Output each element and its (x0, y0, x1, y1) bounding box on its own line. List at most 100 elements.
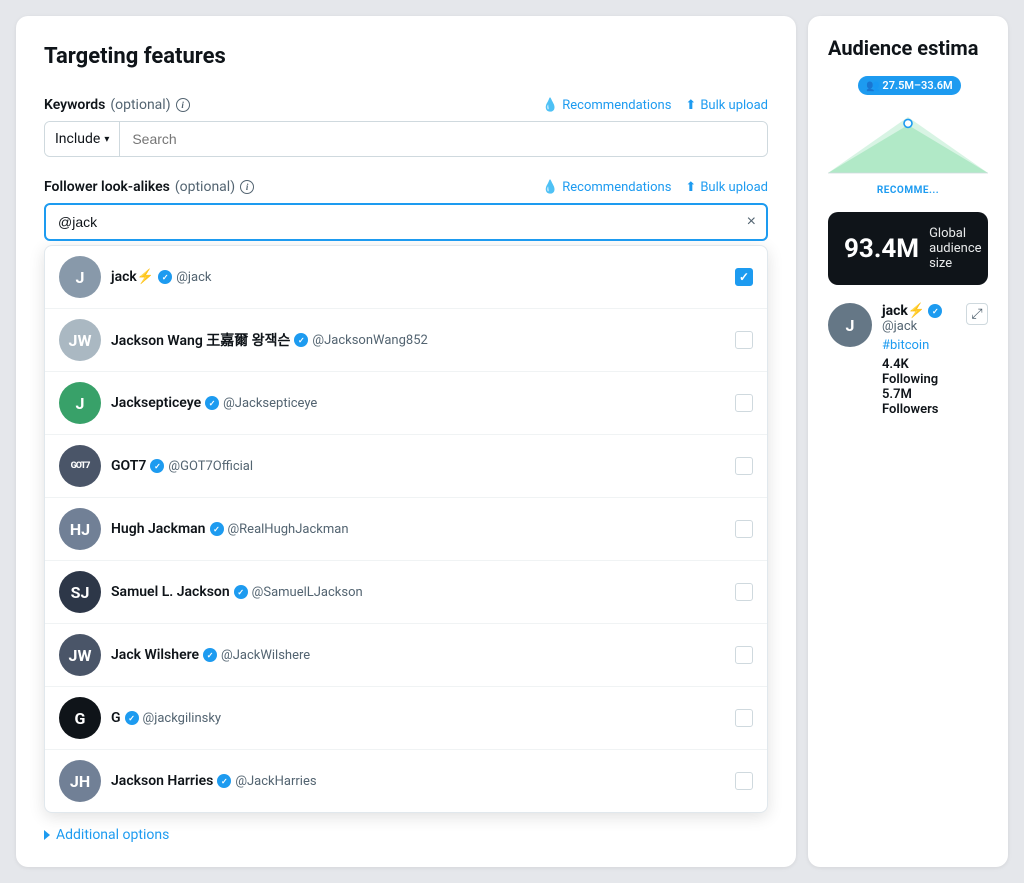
global-audience-number: 93.4M (844, 234, 919, 264)
follower-search-input[interactable] (44, 203, 768, 241)
verified-badge: ✓ (205, 396, 219, 410)
user-handle: @GOT7Official (168, 459, 253, 474)
profile-info: jack⚡ ✓ @jack #bitcoin 4.4K Following 5.… (882, 303, 956, 417)
dropdown-item[interactable]: GG✓@jackgilinsky (45, 687, 767, 750)
verified-badge: ✓ (150, 459, 164, 473)
chevron-right-icon (44, 830, 50, 840)
global-audience-label: Global audience size (929, 226, 982, 271)
verified-badge: ✓ (294, 333, 308, 347)
checkbox[interactable] (735, 646, 753, 664)
avatar: GOT7 (59, 445, 101, 487)
page-title: Targeting features (44, 44, 768, 69)
follower-actions: 💧 Recommendations ⬆ Bulk upload (542, 180, 768, 195)
follower-section-header: Follower look-alikes (optional) i 💧 Reco… (44, 179, 768, 195)
additional-options-link[interactable]: Additional options (44, 813, 768, 847)
follower-recommendations-link[interactable]: 💧 Recommendations (542, 180, 671, 195)
user-handle: @JackHarries (235, 774, 316, 789)
keywords-bulk-upload-link[interactable]: ⬆ Bulk upload (685, 98, 768, 113)
profile-stats: 4.4K Following 5.7M Followers (882, 357, 956, 417)
audience-panel: Audience estima 👥 27.5M–33.6M RECOMME...… (808, 16, 1008, 867)
keywords-section-header: Keywords (optional) i 💧 Recommendations … (44, 97, 768, 113)
keywords-recommendations-link[interactable]: 💧 Recommendations (542, 98, 671, 113)
user-handle: @JackWilshere (221, 648, 310, 663)
user-name-row: Hugh Jackman✓@RealHughJackman (111, 521, 735, 537)
chart-area: 👥 27.5M–33.6M RECOMME... (828, 76, 988, 196)
audience-range-badge: 👥 27.5M–33.6M (858, 76, 961, 95)
avatar: JW (59, 634, 101, 676)
user-name-row: Jackson Wang 王嘉爾 왕잭슨✓@JacksonWang852 (111, 330, 735, 350)
user-handle: @SamuelLJackson (252, 585, 363, 600)
dropdown-item[interactable]: GOT7GOT7✓@GOT7Official (45, 435, 767, 498)
avatar: JW (59, 319, 101, 361)
keywords-label: Keywords (optional) i (44, 97, 190, 113)
dropdown-item[interactable]: JWJack Wilshere✓@JackWilshere (45, 624, 767, 687)
keywords-info-icon[interactable]: i (176, 98, 190, 112)
checkbox[interactable] (735, 709, 753, 727)
right-panel-title: Audience estima (828, 36, 988, 60)
checkbox[interactable]: ✓ (735, 268, 753, 286)
checkbox[interactable] (735, 520, 753, 538)
checkbox[interactable] (735, 772, 753, 790)
profile-avatar: J (828, 303, 872, 347)
user-info: Hugh Jackman✓@RealHughJackman (111, 521, 735, 537)
expand-icon[interactable]: ⤢ (966, 303, 988, 325)
checkbox[interactable] (735, 331, 753, 349)
dropdown-item[interactable]: Jjack⚡✓@jack✓ (45, 246, 767, 309)
targeting-panel: Targeting features Keywords (optional) i… (16, 16, 796, 867)
profile-handle: @jack (882, 319, 956, 334)
checkbox[interactable] (735, 583, 753, 601)
user-name-row: Jack Wilshere✓@JackWilshere (111, 647, 735, 663)
avatar: SJ (59, 571, 101, 613)
dropdown-item[interactable]: JHJackson Harries✓@JackHarries (45, 750, 767, 812)
dropdown-item[interactable]: HJHugh Jackman✓@RealHughJackman (45, 498, 767, 561)
user-info: GOT7✓@GOT7Official (111, 458, 735, 474)
user-handle: @RealHughJackman (228, 522, 349, 537)
follower-info-icon[interactable]: i (240, 180, 254, 194)
user-name-row: jack⚡✓@jack (111, 269, 735, 285)
dropdown-item[interactable]: JJacksepticeye✓@Jacksepticeye (45, 372, 767, 435)
user-info: Jackson Wang 王嘉爾 왕잭슨✓@JacksonWang852 (111, 330, 735, 350)
user-info: Jackson Harries✓@JackHarries (111, 773, 735, 789)
avatar: HJ (59, 508, 101, 550)
verified-badge: ✓ (203, 648, 217, 662)
follower-bulk-upload-link[interactable]: ⬆ Bulk upload (685, 180, 768, 195)
clear-button[interactable]: × (745, 212, 758, 232)
include-select[interactable]: Include ▾ (45, 122, 120, 156)
user-info: G✓@jackgilinsky (111, 710, 735, 726)
checkbox[interactable] (735, 457, 753, 475)
profile-bio: #bitcoin (882, 338, 956, 353)
follower-label: Follower look-alikes (optional) i (44, 179, 254, 195)
user-name-row: GOT7✓@GOT7Official (111, 458, 735, 474)
user-handle: @Jacksepticeye (223, 396, 317, 411)
user-dropdown: Jjack⚡✓@jack✓JWJackson Wang 王嘉爾 왕잭슨✓@Jac… (44, 245, 768, 813)
keywords-search-input[interactable] (120, 122, 767, 156)
checkbox[interactable] (735, 394, 753, 412)
user-info: jack⚡✓@jack (111, 269, 735, 285)
keywords-actions: 💧 Recommendations ⬆ Bulk upload (542, 98, 768, 113)
dropdown-item[interactable]: JW Jackson Wang 王嘉爾 왕잭슨✓@JacksonWang852 (45, 309, 767, 372)
user-info: Samuel L. Jackson✓@SamuelLJackson (111, 584, 735, 600)
follower-input-wrapper: × (44, 203, 768, 241)
user-handle: @jackgilinsky (143, 711, 222, 726)
audience-stats-card: 93.4M Global audience size (828, 212, 988, 285)
verified-badge: ✓ (217, 774, 231, 788)
profile-verified-badge: ✓ (928, 304, 942, 318)
verified-badge: ✓ (210, 522, 224, 536)
verified-badge: ✓ (125, 711, 139, 725)
follower-recommendations-icon: 💧 (542, 180, 558, 195)
dropdown-item[interactable]: SJSamuel L. Jackson✓@SamuelLJackson (45, 561, 767, 624)
profile-name: jack⚡ ✓ (882, 303, 956, 319)
avatar: J (59, 382, 101, 424)
avatar: J (59, 256, 101, 298)
user-handle: @jack (176, 270, 211, 285)
user-name-row: G✓@jackgilinsky (111, 710, 735, 726)
user-name-row: Jackson Harries✓@JackHarries (111, 773, 735, 789)
chevron-down-icon: ▾ (104, 134, 109, 145)
follower-upload-icon: ⬆ (685, 180, 696, 195)
user-info: Jack Wilshere✓@JackWilshere (111, 647, 735, 663)
avatar: G (59, 697, 101, 739)
verified-badge: ✓ (234, 585, 248, 599)
user-name-row: Samuel L. Jackson✓@SamuelLJackson (111, 584, 735, 600)
user-info: Jacksepticeye✓@Jacksepticeye (111, 395, 735, 411)
profile-card: J jack⚡ ✓ @jack #bitcoin 4.4K Following … (828, 299, 988, 421)
